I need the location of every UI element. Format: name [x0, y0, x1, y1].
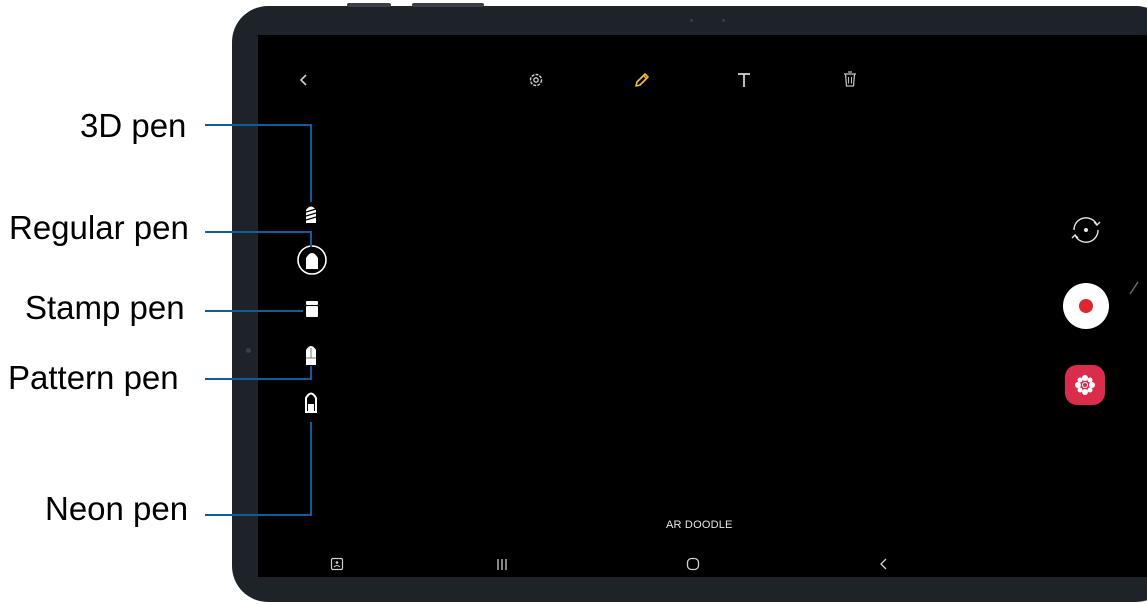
trash-icon[interactable]: [842, 70, 858, 88]
record-icon: [1079, 299, 1093, 313]
sticker-button[interactable]: [1065, 365, 1105, 405]
callout-line-regular-pen-vertical: [310, 231, 312, 247]
callout-line-pattern-pen-vertical: [310, 366, 312, 380]
gear-icon[interactable]: [527, 71, 545, 89]
record-button[interactable]: [1063, 283, 1109, 329]
callout-line-neon-pen: [205, 514, 312, 516]
neon-pen-icon[interactable]: [303, 388, 319, 414]
power-button: [412, 3, 484, 7]
callout-stamp-pen: Stamp pen: [25, 289, 185, 326]
callout-line-3d-pen-vertical: [310, 124, 312, 202]
recent-apps-icon[interactable]: [496, 558, 508, 571]
sensor: [722, 19, 725, 22]
regular-pen-icon[interactable]: [296, 244, 328, 276]
volume-button: [347, 3, 391, 7]
screenshot-icon[interactable]: [330, 557, 344, 571]
pattern-pen-icon[interactable]: [304, 342, 318, 366]
callout-regular-pen: Regular pen: [9, 209, 189, 246]
callout-3d-pen: 3D pen: [80, 107, 187, 144]
s-pen-indicator: [1129, 281, 1139, 295]
side-sensor: [246, 348, 251, 353]
back-chevron-icon[interactable]: [298, 72, 310, 88]
callout-line-stamp-pen: [205, 310, 303, 312]
callout-line-pattern-pen: [205, 378, 312, 380]
stamp-pen-icon[interactable]: [305, 300, 319, 318]
back-icon[interactable]: [878, 557, 890, 571]
camera-switch-icon[interactable]: [1066, 213, 1106, 247]
pencil-icon[interactable]: [632, 70, 652, 90]
sticker-icon: [1075, 375, 1095, 395]
callout-line-neon-pen-vertical: [310, 422, 312, 516]
3d-pen-icon[interactable]: [304, 202, 318, 224]
mode-label[interactable]: AR DOODLE: [666, 519, 733, 531]
callout-neon-pen: Neon pen: [45, 490, 189, 527]
front-camera: [690, 19, 693, 22]
text-T-icon[interactable]: [735, 71, 753, 89]
app-screen: [258, 35, 1147, 577]
home-icon[interactable]: [686, 557, 700, 571]
callout-line-3d-pen: [205, 124, 312, 126]
callout-pattern-pen: Pattern pen: [8, 359, 179, 396]
callout-line-regular-pen: [205, 231, 312, 233]
